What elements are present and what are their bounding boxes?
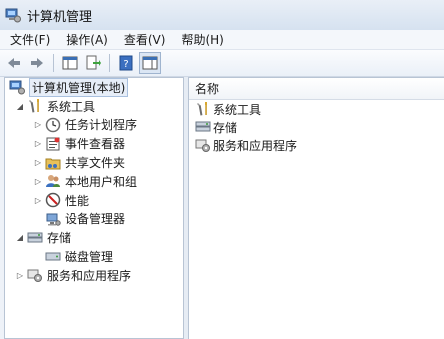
window-title: 计算机管理 [27, 9, 93, 25]
clock-icon [45, 117, 61, 133]
back-arrow-icon [8, 58, 20, 68]
action-pane-button[interactable] [139, 52, 161, 74]
tree-item-label: 任务计划程序 [65, 118, 138, 133]
menu-view[interactable]: 查看(V) [118, 31, 172, 48]
tools-icon [197, 102, 207, 116]
collapsed-arrow-icon[interactable]: ▷ [33, 120, 43, 129]
tree-item-storage[interactable]: ◢ 存储 [5, 228, 183, 247]
tree-item-performance[interactable]: ▷ 性能 [5, 191, 183, 210]
content-panes: 计算机管理(本地) ◢ 系统工具 ▷ 任务计划程序 ▷ 事件查看器 ▷ 共享文件… [4, 77, 444, 339]
collapsed-arrow-icon[interactable]: ▷ [33, 177, 43, 186]
tools-icon [29, 99, 39, 113]
collapsed-arrow-icon[interactable]: ▷ [15, 271, 25, 280]
list-item-storage[interactable]: 存储 [189, 118, 444, 136]
show-hide-tree-icon [62, 56, 78, 70]
expanded-arrow-icon[interactable]: ◢ [15, 102, 25, 111]
export-list-button[interactable] [83, 53, 103, 73]
menu-help[interactable]: 帮助(H) [175, 31, 229, 48]
computer-management-icon [9, 80, 25, 95]
navigation-tree[interactable]: 计算机管理(本地) ◢ 系统工具 ▷ 任务计划程序 ▷ 事件查看器 ▷ 共享文件… [4, 77, 183, 339]
storage-icon [195, 121, 211, 132]
expanded-arrow-icon[interactable]: ◢ [15, 233, 25, 242]
storage-icon [27, 232, 43, 243]
tree-item-disk-management[interactable]: 磁盘管理 [5, 247, 183, 266]
tree-item-label: 共享文件夹 [65, 156, 126, 171]
tree-item-label: 系统工具 [47, 99, 96, 114]
list-item-label: 存储 [213, 120, 238, 135]
services-icon [27, 269, 42, 283]
menu-bar: 文件(F) 操作(A) 查看(V) 帮助(H) [0, 30, 444, 50]
tree-item-task-scheduler[interactable]: ▷ 任务计划程序 [5, 116, 183, 135]
window: 计算机管理 文件(F) 操作(A) 查看(V) 帮助(H) ? 计算机管理(本地… [0, 0, 444, 339]
tree-item-label: 本地用户和组 [65, 174, 138, 189]
show-hide-tree-button[interactable] [60, 53, 80, 73]
toolbar: ? [0, 50, 444, 77]
tree-item-label: 性能 [65, 193, 90, 208]
users-icon [46, 175, 60, 188]
tree-item-label: 计算机管理(本地) [29, 78, 129, 97]
tree-item-label: 设备管理器 [65, 212, 126, 227]
list-item-system-tools[interactable]: 系统工具 [189, 100, 444, 118]
menu-action[interactable]: 操作(A) [60, 31, 114, 48]
tree-item-shared-folders[interactable]: ▷ 共享文件夹 [5, 153, 183, 172]
tree-item-services-apps[interactable]: ▷ 服务和应用程序 [5, 266, 183, 285]
export-list-icon [86, 55, 101, 70]
device-manager-icon [46, 213, 61, 226]
disk-management-icon [45, 252, 61, 261]
action-pane-icon [142, 56, 158, 70]
forward-arrow-icon [31, 58, 43, 68]
toolbar-separator [109, 54, 110, 72]
tree-item-label: 存储 [47, 231, 72, 246]
tree-item-label: 事件查看器 [65, 137, 126, 152]
tree-item-label: 服务和应用程序 [47, 268, 132, 283]
collapsed-arrow-icon[interactable]: ▷ [33, 139, 43, 148]
list-item-label: 服务和应用程序 [213, 138, 298, 153]
details-pane: 名称 系统工具 存储 服务和应用程序 [189, 77, 444, 339]
svg-text:?: ? [123, 59, 128, 70]
tree-item-system-tools[interactable]: ◢ 系统工具 [5, 97, 183, 116]
tree-item-device-manager[interactable]: 设备管理器 [5, 210, 183, 229]
help-icon: ? [119, 55, 133, 71]
tree-item-root[interactable]: 计算机管理(本地) [5, 78, 183, 97]
column-header-name[interactable]: 名称 [189, 78, 444, 100]
performance-icon [45, 192, 61, 208]
list-item-label: 系统工具 [213, 102, 262, 117]
tree-item-local-users-groups[interactable]: ▷ 本地用户和组 [5, 172, 183, 191]
back-button[interactable] [4, 53, 24, 73]
shared-folder-icon [45, 158, 61, 170]
menu-file[interactable]: 文件(F) [4, 31, 56, 48]
help-button[interactable]: ? [116, 53, 136, 73]
collapsed-arrow-icon[interactable]: ▷ [33, 158, 43, 167]
computer-management-icon [5, 8, 21, 23]
collapsed-arrow-icon[interactable]: ▷ [33, 196, 43, 205]
list-item-services-apps[interactable]: 服务和应用程序 [189, 136, 444, 154]
tree-item-label: 磁盘管理 [65, 250, 114, 265]
tree-item-event-viewer[interactable]: ▷ 事件查看器 [5, 134, 183, 153]
title-bar[interactable]: 计算机管理 [0, 0, 444, 30]
forward-button[interactable] [27, 53, 47, 73]
services-icon [195, 139, 210, 152]
toolbar-separator [53, 54, 54, 72]
event-viewer-icon [46, 137, 60, 151]
